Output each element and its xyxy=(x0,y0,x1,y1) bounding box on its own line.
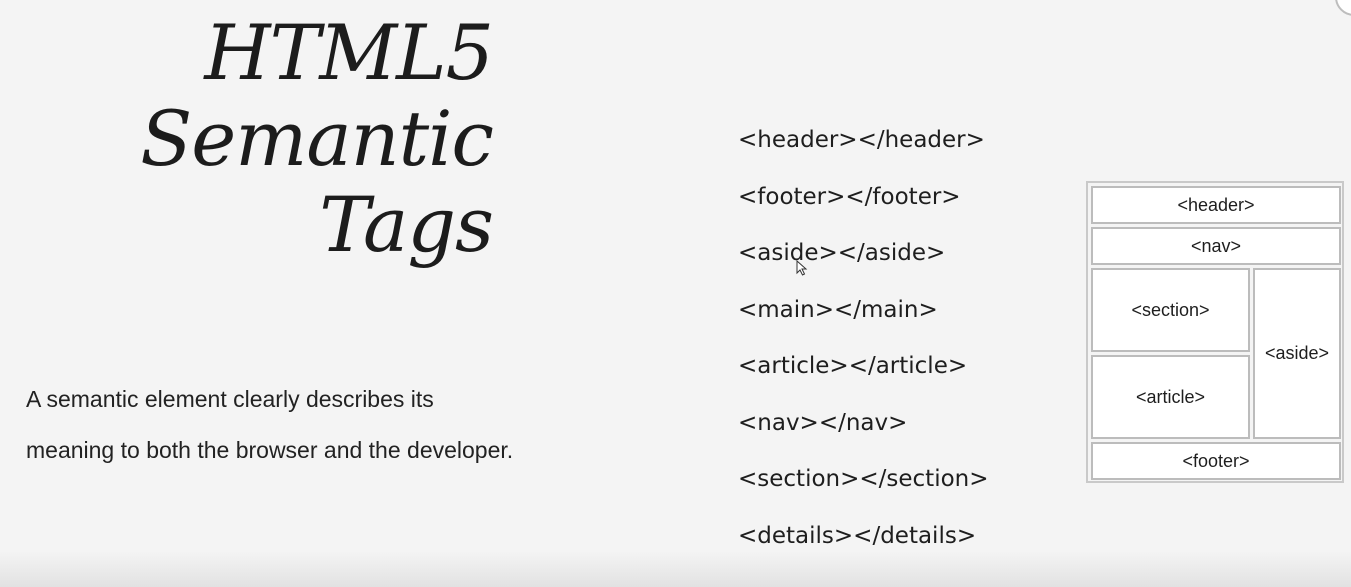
corner-circle-icon xyxy=(1335,0,1351,16)
diagram-nav-box: <nav> xyxy=(1091,227,1341,265)
diagram-aside-box: <aside> xyxy=(1253,268,1341,439)
semantic-tag-list: <header></header> <footer></footer> <asi… xyxy=(738,112,989,564)
diagram-header-box: <header> xyxy=(1091,186,1341,224)
slide-description: A semantic element clearly describes its… xyxy=(26,386,514,463)
title-line-3: Tags xyxy=(319,180,494,269)
diagram-footer-box: <footer> xyxy=(1091,442,1341,480)
title-line-2: Semantic xyxy=(140,94,494,183)
tag-item-nav: <nav></nav> xyxy=(738,409,908,436)
diagram-article-box: <article> xyxy=(1091,355,1250,439)
diagram-section-box: <section> xyxy=(1091,268,1250,352)
tag-item-aside: <aside></aside> xyxy=(738,240,946,266)
tag-item-main: <main></main> xyxy=(738,296,938,323)
tag-item-header: <header></header> xyxy=(738,127,985,153)
mouse-pointer-icon xyxy=(796,260,808,276)
bottom-shade xyxy=(0,551,1351,587)
tag-item-details: <details></details> xyxy=(738,522,977,549)
tag-item-footer: <footer></footer> xyxy=(738,183,961,210)
title-line-1: HTML5 xyxy=(204,8,494,97)
slide-title: HTML5 Semantic Tags xyxy=(140,8,494,269)
tag-item-article: <article></article> xyxy=(738,353,968,379)
tag-item-section: <section></section> xyxy=(738,466,989,492)
page-layout-diagram: <header> <nav> <section> <article> <asid… xyxy=(1086,181,1344,483)
